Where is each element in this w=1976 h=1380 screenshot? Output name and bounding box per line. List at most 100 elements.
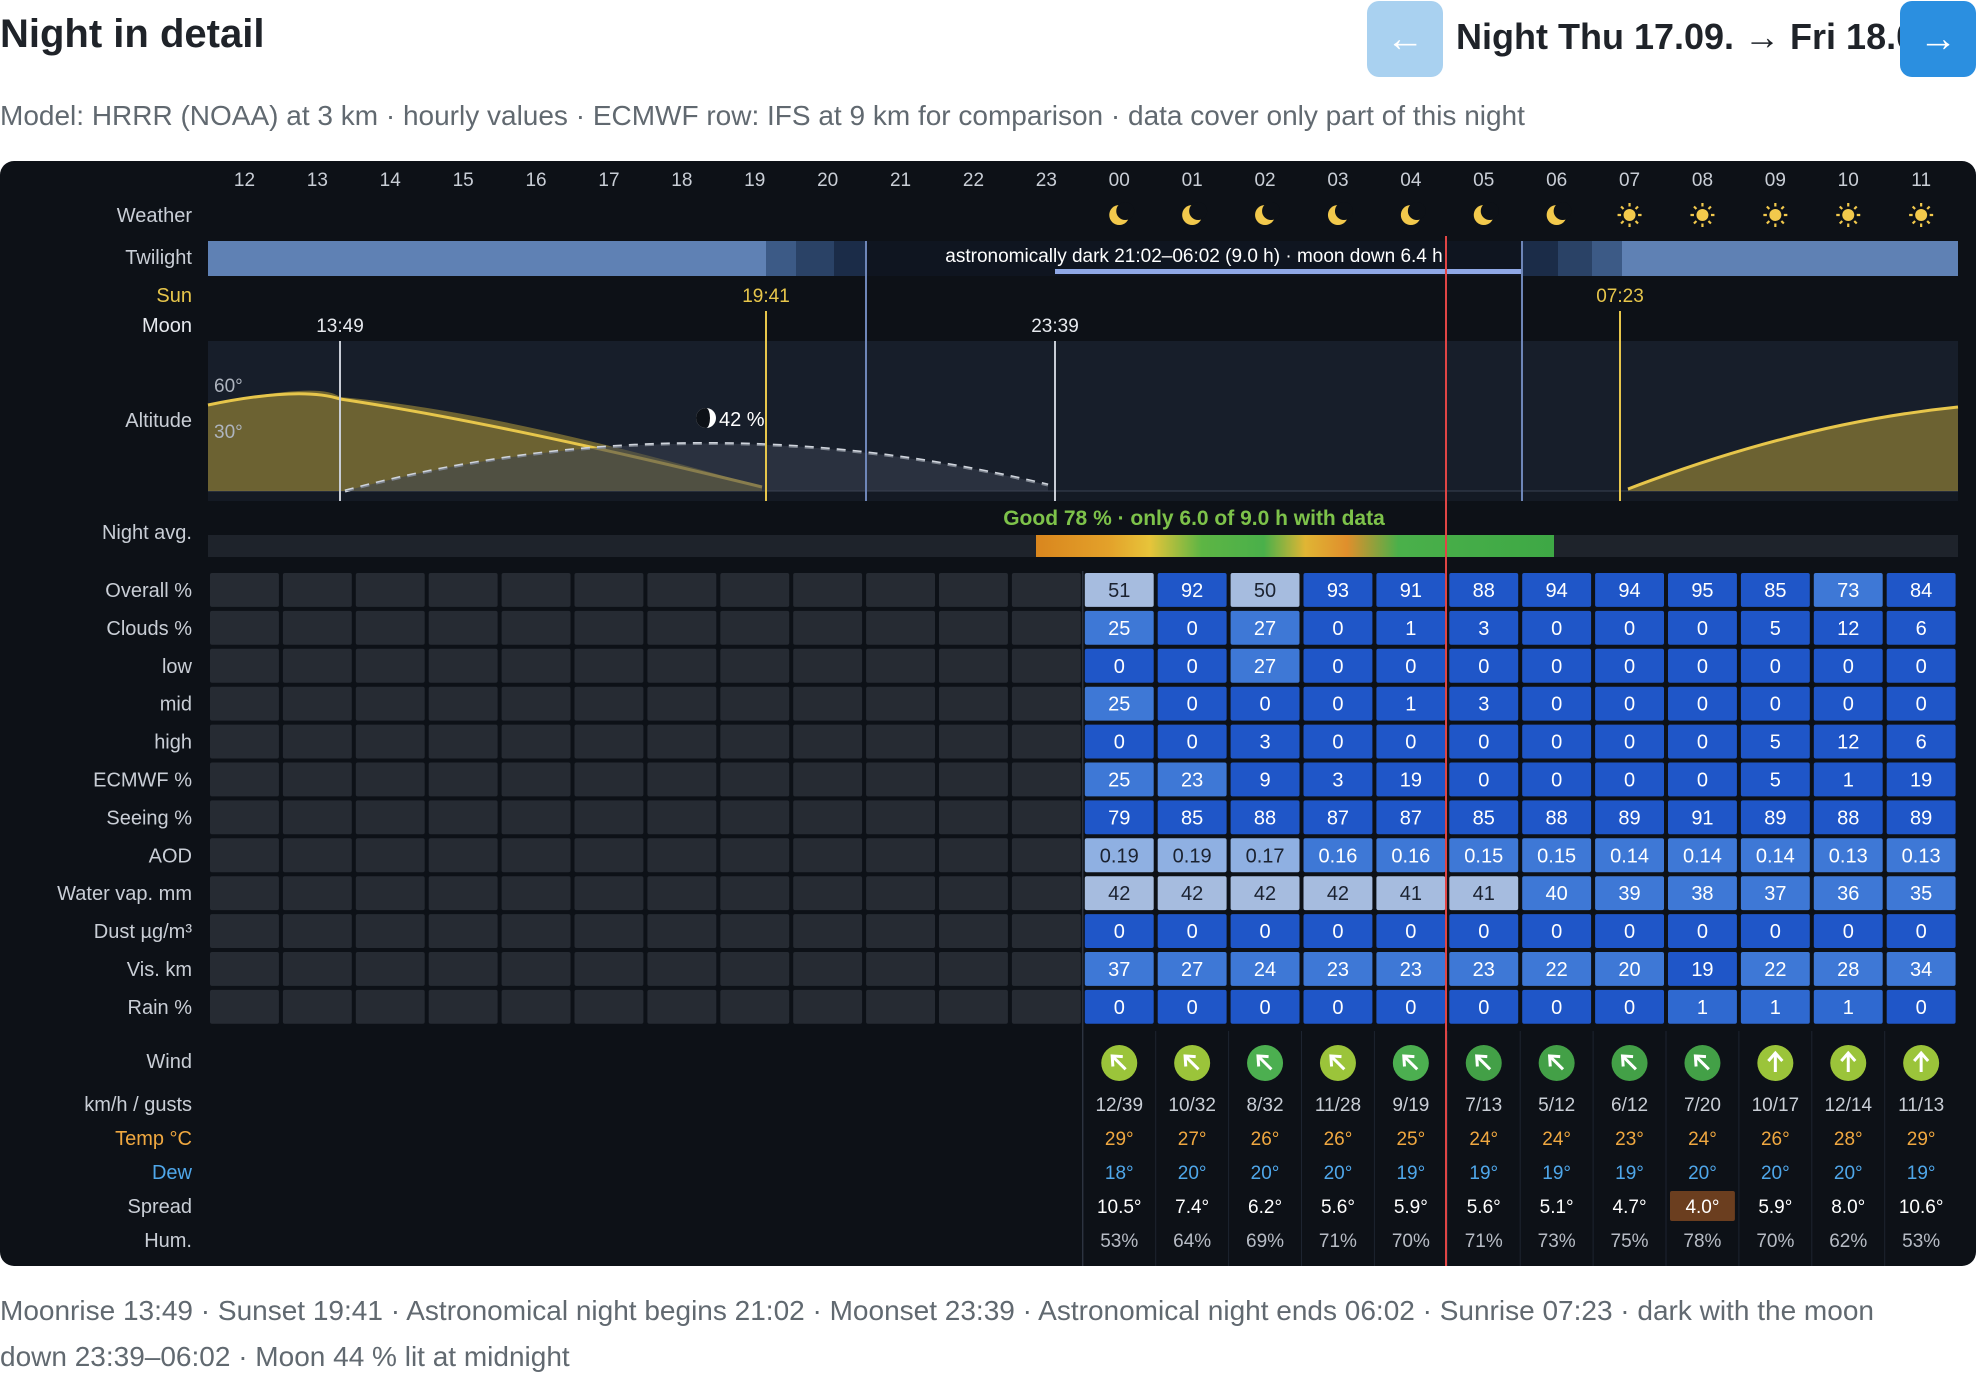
hour-label: 21 [890, 170, 911, 191]
empty-cell [939, 952, 1008, 986]
cell-value: 85 [1181, 807, 1203, 829]
cell-value: 0.19 [1173, 845, 1212, 867]
empty-cell [720, 573, 790, 607]
twilight-text: astronomically dark 21:02–06:02 (9.0 h) … [945, 246, 1442, 267]
empty-cell [210, 876, 279, 911]
previous-night-button[interactable]: ← [1367, 1, 1443, 77]
hum-value: 70% [1756, 1231, 1794, 1252]
temp-value: 29° [1105, 1129, 1134, 1150]
cell-value: 0 [1187, 618, 1198, 640]
empty-cell [428, 648, 498, 683]
empty-cell [866, 914, 935, 948]
moon-icon [1327, 202, 1353, 225]
cell-value: 0 [1478, 732, 1489, 754]
wind-arrow-n-icon [1830, 1045, 1867, 1081]
empty-cell [793, 573, 863, 607]
wind-speed-value: 7/13 [1465, 1095, 1502, 1116]
empty-cell [355, 762, 425, 797]
dew-value: 20° [1761, 1163, 1790, 1184]
row-label: mid [160, 694, 192, 716]
empty-cell [282, 573, 352, 607]
cell-value: 0 [1551, 770, 1562, 792]
empty-cell [210, 800, 279, 835]
cell-value: 39 [1618, 883, 1640, 905]
empty-cell [428, 838, 498, 873]
temp-value: 24° [1542, 1129, 1571, 1150]
empty-cell [210, 914, 279, 948]
cell-value: 6 [1916, 732, 1927, 754]
cell-value: 0 [1405, 997, 1416, 1019]
moon-icon [1546, 202, 1572, 225]
cell-value: 0 [1478, 921, 1489, 943]
cell-value: 0 [1187, 921, 1198, 943]
empty-cell [355, 914, 425, 948]
cell-value: 0.15 [1464, 845, 1503, 867]
empty-cell [355, 573, 425, 607]
spread-value: 5.9° [1394, 1197, 1428, 1218]
weather-label: Weather [117, 205, 193, 227]
hour-label: 06 [1546, 170, 1567, 191]
wind-arrow-nw-icon [1174, 1045, 1211, 1081]
cell-value: 0 [1697, 921, 1708, 943]
empty-cell [866, 724, 935, 759]
empty-cell [1011, 648, 1081, 683]
cell-value: 0 [1259, 694, 1270, 716]
empty-cell [428, 610, 498, 645]
empty-cell [720, 686, 790, 721]
empty-cell [574, 914, 644, 948]
cell-value: 0 [1478, 997, 1489, 1019]
cell-value: 0 [1332, 694, 1343, 716]
empty-cell [355, 648, 425, 683]
cell-value: 3 [1478, 618, 1489, 640]
empty-cell [1011, 838, 1081, 873]
cell-value: 88 [1473, 580, 1495, 602]
empty-cell [501, 952, 571, 986]
cell-value: 0 [1624, 997, 1635, 1019]
empty-cell [574, 686, 644, 721]
spread-value: 4.0° [1685, 1197, 1719, 1218]
hum-value: 75% [1611, 1231, 1649, 1252]
altitude-tick-60: 60° [214, 376, 243, 397]
empty-cell [720, 648, 790, 683]
empty-cell [428, 724, 498, 759]
cell-value: 1 [1843, 770, 1854, 792]
hour-label: 22 [963, 170, 984, 191]
cell-value: 0.19 [1100, 845, 1139, 867]
temp-value: 23° [1615, 1129, 1644, 1150]
moon-icon [1182, 202, 1208, 225]
empty-cell [1011, 914, 1081, 948]
cell-value: 0 [1114, 997, 1125, 1019]
cell-value: 19 [1910, 770, 1932, 792]
empty-cell [647, 989, 717, 1024]
night-title: Night Thu 17.09. → Fri 18.09. [1456, 16, 1947, 57]
empty-cell [1011, 573, 1081, 607]
cell-value: 0 [1697, 732, 1708, 754]
empty-cell [428, 762, 498, 797]
hum-value: 69% [1246, 1231, 1284, 1252]
cell-value: 0 [1624, 694, 1635, 716]
empty-cell [355, 876, 425, 911]
cell-value: 92 [1181, 580, 1203, 602]
empty-cell [282, 876, 352, 911]
empty-cell [939, 686, 1008, 721]
dew-value: 19° [1615, 1163, 1644, 1184]
spread-value: 6.2° [1248, 1197, 1282, 1218]
empty-cell [355, 686, 425, 721]
empty-cell [939, 573, 1008, 607]
empty-cell [866, 610, 935, 645]
empty-cell [866, 838, 935, 873]
empty-cell [210, 686, 279, 721]
cell-value: 94 [1618, 580, 1640, 602]
empty-cell [501, 573, 571, 607]
cell-value: 0 [1697, 618, 1708, 640]
cell-value: 0 [1405, 921, 1416, 943]
cell-value: 5 [1770, 770, 1781, 792]
empty-cell [1011, 762, 1081, 797]
cell-value: 0 [1697, 694, 1708, 716]
page-title: Night in detail [0, 12, 265, 56]
next-night-button[interactable]: → [1900, 1, 1976, 77]
empty-cell [428, 800, 498, 835]
empty-cell [428, 686, 498, 721]
empty-cell [720, 952, 790, 986]
cell-value: 0 [1114, 921, 1125, 943]
